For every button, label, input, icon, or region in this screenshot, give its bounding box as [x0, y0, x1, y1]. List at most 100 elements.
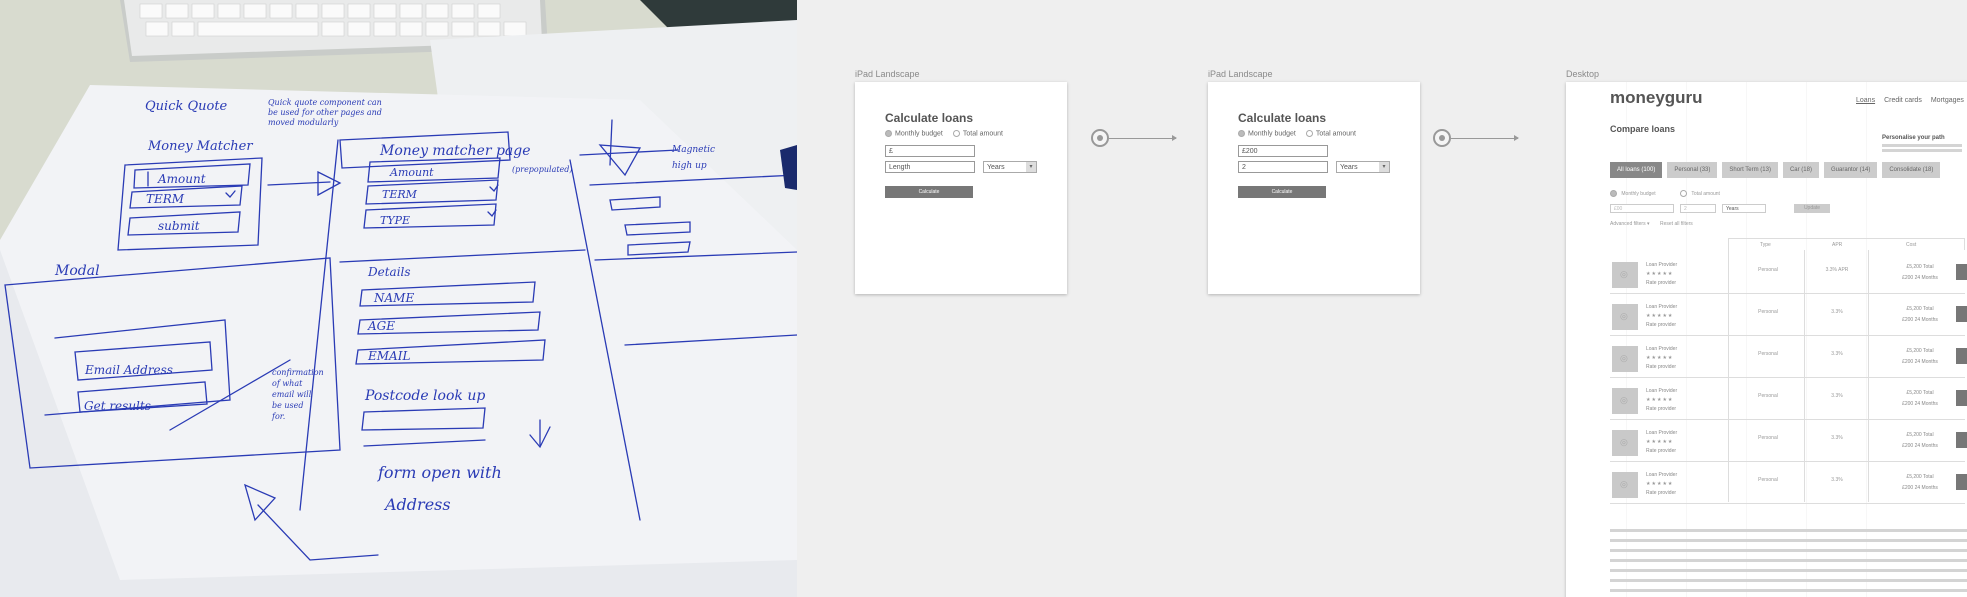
logo[interactable]: moneyguru: [1610, 88, 1703, 108]
calculate-title: Calculate loans: [885, 111, 974, 125]
star-rating-icon: ★★★★★: [1646, 439, 1674, 445]
table-row[interactable]: Loan Provider ★★★★★ Rate provider Personal 3…: [1610, 294, 1967, 336]
flow-arrow: [1451, 135, 1519, 141]
rate-provider-link[interactable]: Rate provider: [1646, 321, 1677, 330]
years-select[interactable]: Years: [1722, 204, 1766, 213]
nav-mortgages[interactable]: Mortgages: [1931, 97, 1964, 104]
nav-credit-cards[interactable]: Credit cards: [1884, 97, 1922, 104]
loan-type: Personal: [1758, 393, 1778, 399]
provider-name: Loan Provider: [1646, 388, 1678, 394]
loan-type: Personal: [1758, 435, 1778, 441]
amount-input[interactable]: £: [885, 145, 975, 157]
tab-car[interactable]: Car (18): [1782, 162, 1819, 178]
radio-total-amount[interactable]: Total amount: [1305, 130, 1356, 137]
loan-total: £5,200 Total: [1906, 348, 1934, 354]
reset-filters-link[interactable]: Reset all filters: [1660, 221, 1693, 227]
length-input[interactable]: Length: [885, 161, 975, 173]
tab-short-term[interactable]: Short Term (13): [1722, 162, 1778, 178]
radio-monthly-budget[interactable]: Monthly budget: [1238, 130, 1296, 137]
radio-total-amount[interactable]: Total amount: [952, 130, 1003, 137]
years-select[interactable]: Years ▾: [983, 161, 1037, 173]
provider-logo-icon: [1612, 262, 1638, 288]
radio-monthly-budget[interactable]: Monthly budget: [1610, 190, 1656, 197]
column-cost: Cost: [1906, 242, 1917, 248]
apply-button[interactable]: [1956, 390, 1967, 406]
sketch-quick-quote: Quick Quote: [145, 99, 228, 114]
sketch-form-open: form open with: [377, 463, 502, 482]
sketch-confirmation-5: for.: [271, 412, 285, 421]
table-row[interactable]: Loan Provider ★★★★★ Rate provider Personal 3…: [1610, 420, 1967, 462]
screen: Quick Quote Quick quote component can be…: [0, 0, 1967, 597]
radio-total-amount[interactable]: Total amount: [1680, 190, 1720, 197]
table-row[interactable]: Loan Provider ★★★★★ Rate provider Personal 3…: [1610, 336, 1967, 378]
length-input[interactable]: 2: [1238, 161, 1328, 173]
tab-all-loans[interactable]: All loans (100): [1610, 162, 1663, 178]
calculate-button[interactable]: Calculate: [885, 186, 973, 198]
years-label: Years: [1340, 164, 1358, 171]
tab-guarantor[interactable]: Guarantor (14): [1823, 162, 1878, 178]
artboard-label-desktop: Desktop: [1566, 69, 1600, 79]
loan-monthly: £200 24 Months: [1902, 275, 1938, 281]
radio-icon: [1610, 190, 1617, 197]
table-row[interactable]: Loan Provider ★★★★★ Rate provider Personal 3…: [1610, 252, 1967, 294]
sketch-amount: Amount: [157, 172, 206, 186]
loan-cost: £5,200 Total £200 24 Months: [1890, 262, 1950, 284]
provider-logo-icon: [1612, 346, 1638, 372]
sketch-photo: Quick Quote Quick quote component can be…: [0, 0, 797, 597]
apply-button[interactable]: [1956, 264, 1967, 280]
sketch-address: Address: [383, 495, 451, 514]
personalise-heading[interactable]: Personalise your path: [1882, 135, 1945, 141]
provider-name: Loan Provider: [1646, 262, 1678, 268]
sketch-money-matcher: Money Matcher: [147, 139, 253, 154]
calculate-button[interactable]: Calculate: [1238, 186, 1326, 198]
sketch-drawing: Quick Quote Quick quote component can be…: [0, 0, 797, 597]
sketch-name: NAME: [373, 291, 414, 305]
sketch-email: EMAIL: [367, 349, 410, 363]
tab-consolidate[interactable]: Consolidate (18): [1882, 162, 1941, 178]
rate-provider-link[interactable]: Rate provider: [1646, 279, 1677, 288]
loan-apr: 3.3%: [1831, 393, 1843, 399]
text-placeholder: [1610, 539, 1967, 542]
sketch-type: TYPE: [380, 214, 410, 227]
tab-personal[interactable]: Personal (33): [1667, 162, 1718, 178]
loan-total: £5,200 Total: [1906, 432, 1934, 438]
sketch-note: Quick quote component can: [268, 98, 382, 107]
sketch-confirmation: confirmation: [272, 368, 324, 377]
loan-apr: 3.3%: [1831, 309, 1843, 315]
amount-input[interactable]: £00: [1610, 204, 1674, 213]
amount-input[interactable]: £200: [1238, 145, 1328, 157]
apply-button[interactable]: [1956, 432, 1967, 448]
years-select[interactable]: Years ▾: [1336, 161, 1390, 173]
loan-type: Personal: [1758, 477, 1778, 483]
nav-loans[interactable]: Loans: [1856, 97, 1875, 104]
provider-info: Loan Provider ★★★★★ Rate provider: [1646, 261, 1677, 288]
sketch-modal: Modal: [54, 263, 100, 279]
update-button[interactable]: Update: [1794, 204, 1830, 213]
apply-button[interactable]: [1956, 306, 1967, 322]
rate-provider-link[interactable]: Rate provider: [1646, 363, 1677, 372]
page-heading: Compare loans: [1610, 124, 1676, 134]
sketch-money-matcher-page: Money matcher page: [379, 143, 531, 159]
advanced-filters-label: Advanced filters: [1610, 221, 1646, 227]
sketch-term: TERM: [146, 192, 185, 206]
provider-info: Loan Provider ★★★★★ Rate provider: [1646, 345, 1677, 372]
apply-button[interactable]: [1956, 474, 1967, 490]
provider-name: Loan Provider: [1646, 304, 1678, 310]
loan-total: £5,200 Total: [1906, 474, 1934, 480]
table-row[interactable]: Loan Provider ★★★★★ Rate provider Personal 3…: [1610, 462, 1967, 504]
length-input[interactable]: 2: [1680, 204, 1716, 213]
table-row[interactable]: Loan Provider ★★★★★ Rate provider Personal 3…: [1610, 378, 1967, 420]
radio-monthly-budget[interactable]: Monthly budget: [885, 130, 943, 137]
text-placeholder: [1882, 149, 1962, 152]
rate-provider-link[interactable]: Rate provider: [1646, 489, 1677, 498]
rate-provider-link[interactable]: Rate provider: [1646, 447, 1677, 456]
top-nav: Loans Credit cards Mortgages Cr: [1856, 97, 1967, 104]
loan-cost: £5,200 Total £200 24 Months: [1890, 346, 1950, 368]
artboard-ipad-1: Calculate loans Monthly budget Total amo…: [855, 82, 1067, 294]
provider-logo-icon: [1612, 304, 1638, 330]
apply-button[interactable]: [1956, 348, 1967, 364]
rate-provider-link[interactable]: Rate provider: [1646, 405, 1677, 414]
advanced-filters-link[interactable]: Advanced filters ▾: [1610, 221, 1649, 227]
text-placeholder: [1610, 569, 1967, 572]
sketch-note-2: be used for other pages and: [268, 108, 382, 117]
